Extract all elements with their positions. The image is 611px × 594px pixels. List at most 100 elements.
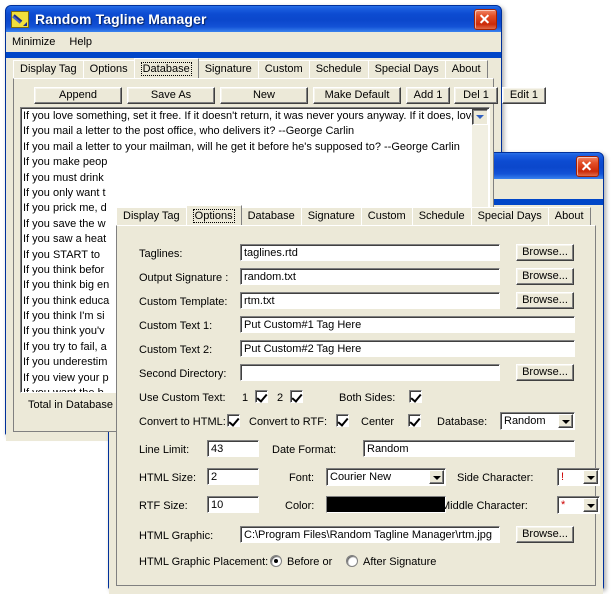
browse-custom-template-button[interactable]: Browse... xyxy=(516,292,574,309)
scroll-up-icon[interactable] xyxy=(472,109,488,125)
pencil-document-icon xyxy=(11,10,29,28)
browse-second-directory-button[interactable]: Browse... xyxy=(516,364,574,381)
font-label: Font: xyxy=(289,472,315,484)
make-default-button[interactable]: Make Default xyxy=(313,87,401,104)
tab-custom[interactable]: Custom xyxy=(360,207,413,225)
second-directory-input[interactable] xyxy=(240,364,500,381)
menu-item-help[interactable]: Help xyxy=(69,36,92,48)
tabbody-options: Taglines: taglines.rtd Browse... Output … xyxy=(116,225,600,586)
tab-options[interactable]: Options xyxy=(82,60,135,78)
tab-special-days[interactable]: Special Days xyxy=(470,207,549,225)
database-select-value: Random xyxy=(504,415,546,427)
custom-text-2-number-label: 2 xyxy=(277,392,284,404)
custom-text-1-number-label: 1 xyxy=(242,392,249,404)
placement-after-radio[interactable] xyxy=(346,555,358,567)
list-item[interactable]: If you mail a letter to the post office,… xyxy=(23,124,489,139)
tab-about[interactable]: About xyxy=(444,60,488,78)
tab-options[interactable]: Options xyxy=(185,205,242,225)
append-button[interactable]: Append xyxy=(34,87,122,104)
list-item[interactable]: If you mail a letter to your mailman, wi… xyxy=(23,140,489,155)
font-select[interactable]: Courier New xyxy=(326,468,446,486)
placement-after-label: After Signature xyxy=(363,556,437,568)
taglines-input[interactable]: taglines.rtd xyxy=(240,244,500,261)
browse-taglines-button[interactable]: Browse... xyxy=(516,244,574,261)
convert-to-rtf-checkbox[interactable] xyxy=(336,414,349,427)
database-select[interactable]: Random xyxy=(500,412,575,430)
chevron-down-icon[interactable] xyxy=(558,414,573,428)
side-character-select[interactable]: ! xyxy=(557,468,600,486)
tabstrip-window1[interactable]: Display Tag Options Database Signature C… xyxy=(6,58,501,78)
custom-text-1-input[interactable]: Put Custom#1 Tag Here xyxy=(240,316,575,333)
use-custom-text-2-checkbox[interactable] xyxy=(290,390,303,403)
tab-custom[interactable]: Custom xyxy=(257,60,310,78)
line-limit-input[interactable]: 43 xyxy=(207,440,259,457)
custom-template-label: Custom Template: xyxy=(139,296,228,308)
color-swatch[interactable] xyxy=(326,496,446,513)
date-format-input[interactable]: Random xyxy=(363,440,575,457)
close-icon[interactable] xyxy=(576,155,599,177)
output-signature-input[interactable]: random.txt xyxy=(240,268,500,285)
client-area-window2: Display Tag Options Database Signature C… xyxy=(109,205,603,594)
total-in-database-label: Total in Database xyxy=(28,399,113,411)
tab-signature[interactable]: Signature xyxy=(300,207,362,225)
convert-to-html-checkbox[interactable] xyxy=(227,414,240,427)
use-custom-text-1-checkbox[interactable] xyxy=(255,390,268,403)
list-item[interactable]: If you make peop xyxy=(23,155,489,170)
side-character-label: Side Character: xyxy=(457,472,534,484)
second-directory-label: Second Directory: xyxy=(139,368,227,380)
taglines-label: Taglines: xyxy=(139,248,183,260)
middle-character-label: Middle Character: xyxy=(441,500,528,512)
html-graphic-label: HTML Graphic: xyxy=(139,530,214,542)
rtf-size-input[interactable]: 10 xyxy=(207,496,259,513)
custom-text-1-label: Custom Text 1: xyxy=(139,320,213,332)
browse-html-graphic-button[interactable]: Browse... xyxy=(516,526,574,543)
tabstrip-window2[interactable]: Display Tag Options Database Signature C… xyxy=(109,205,603,225)
placement-before-label: Before or xyxy=(287,556,333,568)
chevron-down-icon[interactable] xyxy=(583,470,598,484)
list-item[interactable]: If you only want t xyxy=(23,186,489,201)
tab-signature[interactable]: Signature xyxy=(197,60,259,78)
list-item[interactable]: If you love something, set it free. If i… xyxy=(23,109,489,124)
convert-to-rtf-label: Convert to RTF: xyxy=(249,416,328,428)
html-size-input[interactable]: 2 xyxy=(207,468,259,485)
close-icon[interactable] xyxy=(474,8,497,30)
custom-text-2-input[interactable]: Put Custom#2 Tag Here xyxy=(240,340,575,357)
tab-display-tag[interactable]: Display Tag xyxy=(116,207,187,225)
menu-item-minimize[interactable]: Minimize xyxy=(12,36,55,48)
html-size-label: HTML Size: xyxy=(139,472,197,484)
titlebar-window1[interactable]: Random Tagline Manager xyxy=(6,6,501,32)
middle-character-select[interactable]: * xyxy=(557,496,600,514)
convert-to-html-label: Convert to HTML: xyxy=(139,416,226,428)
center-checkbox[interactable] xyxy=(408,414,421,427)
new-button[interactable]: New xyxy=(220,87,308,104)
save-as-button[interactable]: Save As xyxy=(127,87,215,104)
tab-schedule[interactable]: Schedule xyxy=(308,60,369,78)
tab-special-days[interactable]: Special Days xyxy=(367,60,446,78)
rtf-size-label: RTF Size: xyxy=(139,500,188,512)
custom-template-input[interactable]: rtm.txt xyxy=(240,292,500,309)
tab-database[interactable]: Database xyxy=(240,207,302,225)
menubar-window1[interactable]: Minimize Help xyxy=(6,32,501,52)
del-1-button[interactable]: Del 1 xyxy=(454,87,498,104)
chevron-down-icon[interactable] xyxy=(583,498,598,512)
date-format-label: Date Format: xyxy=(272,444,337,456)
tab-schedule[interactable]: Schedule xyxy=(411,207,472,225)
line-limit-label: Line Limit: xyxy=(139,444,190,456)
list-item[interactable]: If you must drink xyxy=(23,171,489,186)
add-1-button[interactable]: Add 1 xyxy=(406,87,450,104)
custom-text-2-label: Custom Text 2: xyxy=(139,344,213,356)
chevron-down-icon[interactable] xyxy=(429,470,444,484)
both-sides-label: Both Sides: xyxy=(339,392,396,404)
browse-output-signature-button[interactable]: Browse... xyxy=(516,268,574,285)
tab-display-tag[interactable]: Display Tag xyxy=(13,60,84,78)
font-select-value: Courier New xyxy=(330,471,392,483)
html-graphic-input[interactable]: C:\Program Files\Random Tagline Manager\… xyxy=(240,526,500,543)
window-random-tagline-manager-options[interactable]: Random Tagline Manager Minimize Help Dis… xyxy=(108,152,604,594)
tab-about[interactable]: About xyxy=(547,207,591,225)
placement-before-radio[interactable] xyxy=(270,555,282,567)
edit-1-button[interactable]: Edit 1 xyxy=(502,87,546,104)
tab-database[interactable]: Database xyxy=(133,58,199,78)
html-graphic-placement-label: HTML Graphic Placement: xyxy=(139,556,269,568)
both-sides-checkbox[interactable] xyxy=(409,390,422,403)
output-signature-label: Output Signature : xyxy=(139,272,229,284)
